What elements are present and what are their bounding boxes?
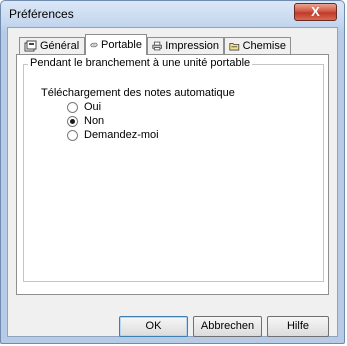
- cancel-button[interactable]: Abbrechen: [193, 316, 262, 337]
- radio-demandez-moi[interactable]: Demandez-moi: [67, 129, 159, 141]
- tab-impression[interactable]: Impression: [147, 37, 224, 54]
- auto-download-label: Téléchargement des notes automatique: [41, 87, 235, 99]
- tab-chemise[interactable]: Chemise: [224, 37, 291, 54]
- tab-portable[interactable]: Portable: [85, 34, 147, 55]
- close-button[interactable]: X: [294, 3, 337, 21]
- radio-non[interactable]: Non: [67, 115, 104, 127]
- close-icon: X: [311, 4, 320, 19]
- settings-icon: [24, 40, 37, 52]
- radio-oui-label: Oui: [84, 101, 102, 113]
- tab-chemise-label: Chemise: [242, 40, 286, 52]
- tab-general-label: Général: [40, 40, 80, 52]
- printer-icon: [152, 41, 162, 51]
- radio-demandez-moi-label: Demandez-moi: [84, 129, 159, 141]
- ok-button[interactable]: OK: [119, 316, 188, 337]
- help-button[interactable]: Hilfe: [267, 316, 329, 337]
- portable-icon: [90, 42, 98, 48]
- tab-general[interactable]: Général: [19, 37, 85, 54]
- tab-portable-label: Portable: [101, 39, 142, 51]
- dialog-client: Général Portable Impression Chemise Pend…: [7, 27, 338, 337]
- preferences-dialog: Préférences X Général Portable Impressio…: [0, 0, 345, 344]
- radio-demandez-moi-button[interactable]: [67, 129, 78, 141]
- radio-non-button[interactable]: [67, 115, 78, 127]
- title-bar[interactable]: Préférences X: [1, 1, 344, 27]
- group-title: Pendant le branchement à une unité porta…: [28, 57, 253, 69]
- folder-icon: [229, 43, 240, 51]
- portable-panel: Pendant le branchement à une unité porta…: [16, 54, 329, 295]
- radio-oui-button[interactable]: [67, 101, 78, 113]
- tab-impression-label: Impression: [165, 40, 219, 52]
- radio-oui[interactable]: Oui: [67, 101, 101, 113]
- window-title: Préférences: [9, 7, 74, 21]
- radio-non-label: Non: [84, 115, 105, 127]
